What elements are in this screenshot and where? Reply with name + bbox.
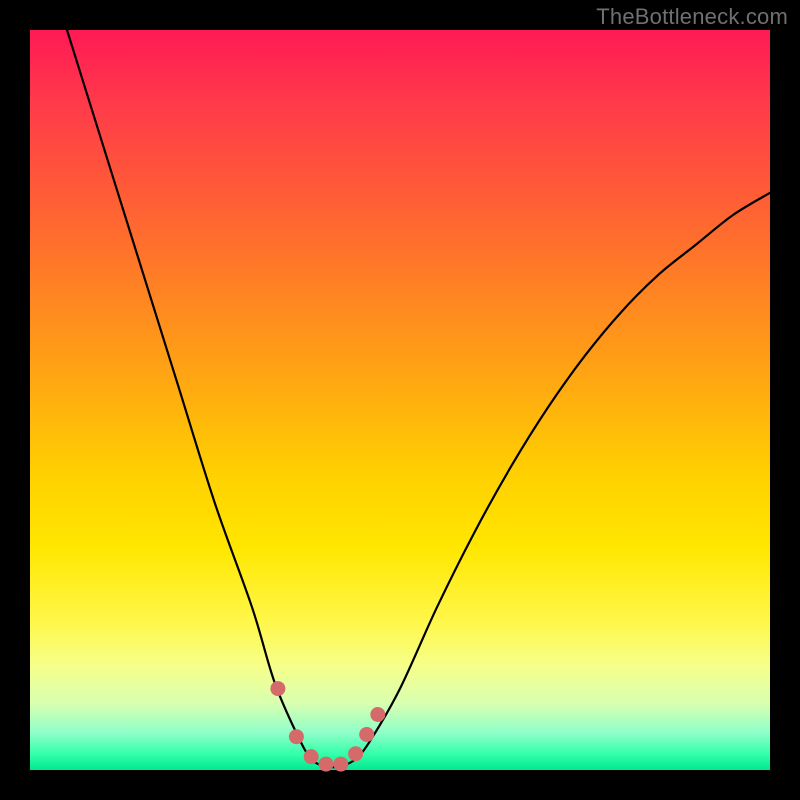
marker-dot bbox=[270, 681, 285, 696]
bottleneck-curve bbox=[67, 30, 770, 767]
marker-dot bbox=[348, 746, 363, 761]
plot-area bbox=[30, 30, 770, 770]
marker-dot bbox=[319, 757, 334, 772]
marker-dots bbox=[270, 681, 385, 771]
chart-frame: TheBottleneck.com bbox=[0, 0, 800, 800]
marker-dot bbox=[370, 707, 385, 722]
curve-svg bbox=[30, 30, 770, 770]
watermark-text: TheBottleneck.com bbox=[596, 4, 788, 30]
marker-dot bbox=[289, 729, 304, 744]
marker-dot bbox=[304, 749, 319, 764]
marker-dot bbox=[333, 757, 348, 772]
marker-dot bbox=[359, 727, 374, 742]
